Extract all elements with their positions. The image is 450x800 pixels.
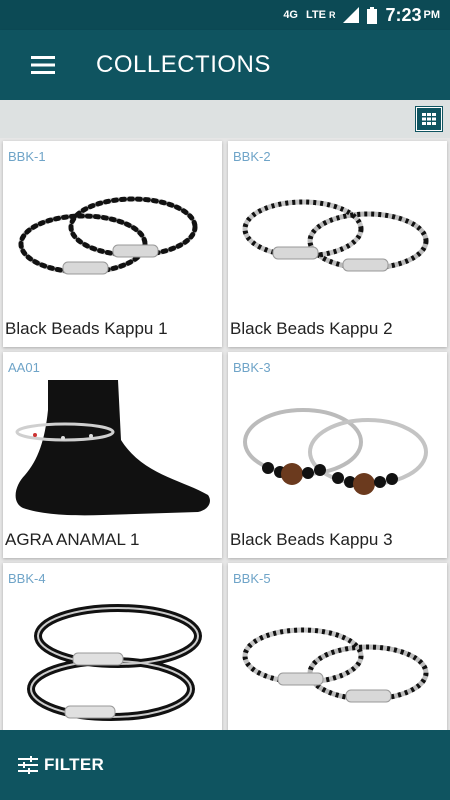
product-image	[18, 196, 198, 275]
battery-icon	[367, 6, 378, 24]
signal-icon	[343, 7, 360, 23]
grid-view-icon	[422, 113, 436, 125]
product-card[interactable]: BBK-1 Black Beads Kappu 1	[3, 141, 222, 347]
product-title: Black Beads Kappu 1	[5, 319, 168, 338]
product-card[interactable]: BBK-5	[228, 563, 447, 730]
product-image	[15, 380, 210, 516]
product-title: AGRA ANAMAL 1	[5, 530, 140, 549]
hamburger-icon	[31, 56, 55, 74]
product-image	[27, 604, 202, 721]
app-bar: COLLECTIONS	[0, 30, 450, 100]
network-4g-label: 4G	[283, 9, 298, 21]
product-image	[242, 627, 429, 703]
product-grid: BBK-1 Black Beads Kappu 1 BBK-2 Black Be…	[0, 138, 450, 730]
grid-view-button[interactable]	[415, 106, 443, 132]
network-type-indicator: 4G	[283, 9, 298, 21]
page-title: COLLECTIONS	[96, 51, 271, 78]
filter-label: FILTER	[44, 755, 105, 774]
view-toolbar	[0, 100, 450, 138]
clock-time: 7:23	[385, 4, 422, 25]
product-code: BBK-3	[233, 360, 271, 375]
roaming-label: R	[328, 10, 336, 20]
product-code: BBK-4	[8, 571, 46, 586]
network-lte-label: LTE	[306, 9, 326, 21]
sliders-icon	[18, 756, 38, 774]
product-code: AA01	[8, 360, 40, 375]
product-image	[242, 199, 429, 272]
product-code: BBK-5	[233, 571, 271, 586]
product-card[interactable]: BBK-2 Black Beads Kappu 2	[228, 141, 447, 347]
product-card[interactable]: AA01 AGRA ANAMAL 1	[3, 352, 222, 558]
product-code: BBK-1	[8, 149, 46, 164]
product-title: Black Beads Kappu 3	[230, 530, 393, 549]
filter-button[interactable]: FILTER	[0, 730, 450, 800]
status-bar: 4G LTE R 7:23 PM	[0, 0, 450, 30]
clock-ampm: PM	[423, 9, 441, 21]
product-code: BBK-2	[233, 149, 271, 164]
product-title: Black Beads Kappu 2	[230, 319, 393, 338]
menu-button[interactable]	[0, 30, 86, 100]
product-image	[243, 408, 428, 495]
lte-indicator: LTE R	[306, 9, 336, 21]
product-card[interactable]: BBK-4	[3, 563, 222, 730]
product-card[interactable]: BBK-3 Black Beads Kappu 3	[228, 352, 447, 558]
